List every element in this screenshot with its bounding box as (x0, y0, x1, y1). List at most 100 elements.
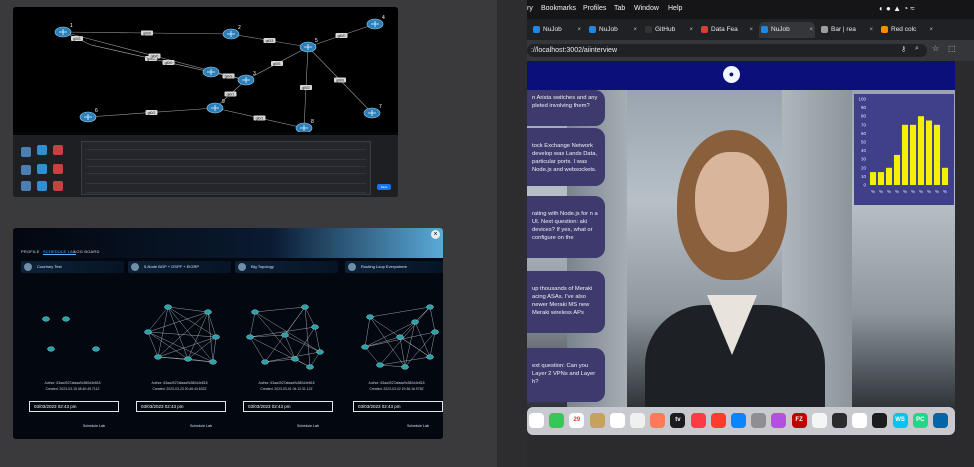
close-tab-icon[interactable]: × (749, 22, 753, 38)
table-row[interactable] (86, 188, 366, 193)
tab-log-board[interactable]: LOG BOARD (74, 249, 100, 254)
menu-item-tab[interactable]: Tab (614, 5, 625, 12)
menu-item-bookmarks[interactable]: Bookmarks (541, 5, 576, 12)
browser-tab[interactable]: NuJob × (531, 22, 583, 38)
lab-card[interactable]: Big Topology Author: 63aa4927afaaa9c380d… (235, 261, 338, 436)
menu-item-window[interactable]: Window (634, 5, 659, 12)
save-button[interactable]: Save (377, 184, 391, 190)
settings-icon[interactable] (751, 413, 767, 428)
tab-schedule-lab[interactable]: SCHEDULE LAB (43, 249, 76, 255)
podcasts-icon[interactable] (771, 413, 787, 428)
browser-tab[interactable]: Red colc × (879, 22, 935, 38)
tab-profile[interactable]: PROFILE (21, 249, 40, 254)
router-icon[interactable] (363, 107, 381, 119)
table-row[interactable] (86, 169, 366, 174)
pycharm-icon[interactable]: PC (912, 413, 928, 428)
extensions-icon[interactable]: ⬚ (948, 44, 956, 53)
router-thumb-icon[interactable] (21, 165, 31, 175)
console-icon[interactable] (872, 413, 888, 428)
tv-icon[interactable]: tv (670, 413, 686, 428)
table-row[interactable] (86, 145, 366, 150)
switch-thumb-icon[interactable] (37, 181, 47, 191)
switch-thumb-icon[interactable] (37, 145, 47, 155)
key-icon[interactable]: ⚷ (901, 45, 906, 53)
topology-graph[interactable]: gi0/0 gi0/1 gi0/2 gi0/3 gi0/0 gi0/1 gi0/1 gi0/2… (13, 7, 398, 134)
news-icon[interactable] (710, 413, 726, 428)
filezilla-icon[interactable]: FZ (791, 413, 807, 428)
schedule-lab-button[interactable]: Schedule Lab (83, 424, 105, 428)
browser-tab[interactable]: Data Fea × (699, 22, 755, 38)
table-row[interactable] (86, 179, 366, 184)
microphone-icon[interactable]: ● (723, 66, 740, 83)
router-thumb-icon[interactable] (21, 147, 31, 157)
router-icon[interactable] (295, 122, 313, 134)
schedule-date-input[interactable]: 03/03/2023 02:43 pm (353, 401, 443, 412)
topology-canvas[interactable]: gi0/0 gi0/1 gi0/2 gi0/3 gi0/0 gi0/1 gi0/1 gi0/2… (13, 7, 398, 134)
browser-tab[interactable]: Bar | rea × (819, 22, 875, 38)
close-tab-icon[interactable]: × (929, 22, 933, 38)
x-tick-label: % (879, 189, 883, 194)
firewall-thumb-icon[interactable] (53, 181, 63, 191)
preview-router-icon (42, 316, 50, 322)
close-tab-icon[interactable]: × (689, 22, 693, 38)
schedule-date-input[interactable]: 03/03/2023 02:43 pm (136, 401, 226, 412)
lab-card[interactable]: Routing Loop Everywhere Author: 63aa4927… (345, 261, 443, 436)
reminders-icon[interactable] (609, 413, 625, 428)
lab-card[interactable]: Courtney Test Author: 63aa4927afaaa9c380… (21, 261, 124, 436)
tab-label: NuJob (599, 26, 618, 33)
lab-card-header: Courtney Test (21, 261, 124, 273)
schedule-lab-button[interactable]: Schedule Lab (297, 424, 319, 428)
close-tab-icon[interactable]: × (577, 22, 581, 38)
close-tab-icon[interactable]: × (633, 22, 637, 38)
close-icon[interactable]: × (431, 230, 440, 239)
router-icon[interactable] (222, 28, 240, 40)
textedit-icon[interactable] (811, 413, 827, 428)
table-row[interactable] (86, 155, 366, 160)
preview-router-icon (246, 334, 254, 340)
menu-item-history[interactable]: ry (527, 5, 533, 12)
photos-icon[interactable] (529, 413, 544, 428)
lab-card[interactable]: 5-Node BGP + OSPF + EIGRP Author: 63aa49… (128, 261, 231, 436)
interviewer-video: n Arista switches and any pleted involvi… (527, 90, 955, 407)
router-icon[interactable] (54, 26, 72, 38)
schedule-lab-button[interactable]: Schedule Lab (407, 424, 429, 428)
chrome-icon[interactable] (852, 413, 868, 428)
close-tab-icon[interactable]: × (809, 22, 813, 38)
browser-tab[interactable]: NuJob × (587, 22, 639, 38)
dock: 29 tv FZ WS PC (527, 407, 955, 435)
table-row[interactable] (86, 162, 366, 167)
appstore-icon[interactable] (731, 413, 746, 428)
router-icon[interactable] (366, 18, 384, 30)
menu-item-profiles[interactable]: Profiles (583, 5, 606, 12)
router-icon[interactable] (237, 74, 255, 86)
bookmark-star-icon[interactable]: ☆ (932, 44, 939, 53)
calendar-icon[interactable]: 29 (569, 413, 585, 428)
music-icon[interactable] (690, 413, 706, 428)
url-input[interactable]: ://localhost:3002/aiinterview (527, 44, 927, 57)
maps-icon[interactable] (650, 413, 666, 428)
messages-icon[interactable] (549, 413, 565, 428)
finder-icon[interactable] (630, 413, 645, 428)
vscode-icon[interactable] (933, 413, 948, 428)
terminal-icon[interactable] (832, 413, 847, 428)
menu-item-help[interactable]: Help (668, 5, 682, 12)
schedule-date-input[interactable]: 03/03/2023 02:43 pm (29, 401, 119, 412)
zoom-icon[interactable]: ⌕ (915, 45, 919, 53)
webstorm-icon[interactable]: WS (892, 413, 908, 428)
firewall-thumb-icon[interactable] (53, 145, 63, 155)
close-tab-icon[interactable]: × (869, 22, 873, 38)
lab-topology-preview (361, 304, 439, 370)
browser-tab[interactable]: GitHub × (643, 22, 695, 38)
router-thumb-icon[interactable] (21, 181, 31, 191)
firewall-thumb-icon[interactable] (53, 164, 63, 174)
switch-thumb-icon[interactable] (37, 164, 47, 174)
router-icon[interactable] (206, 102, 224, 114)
router-icon[interactable] (202, 66, 220, 78)
preview-router-icon (92, 346, 100, 352)
router-icon[interactable] (299, 41, 317, 53)
router-icon[interactable] (79, 111, 97, 123)
schedule-date-input[interactable]: 03/03/2023 02:43 pm (243, 401, 333, 412)
schedule-lab-button[interactable]: Schedule Lab (190, 424, 212, 428)
notes-icon[interactable] (589, 413, 605, 428)
browser-tab[interactable]: NuJob × (759, 22, 815, 38)
